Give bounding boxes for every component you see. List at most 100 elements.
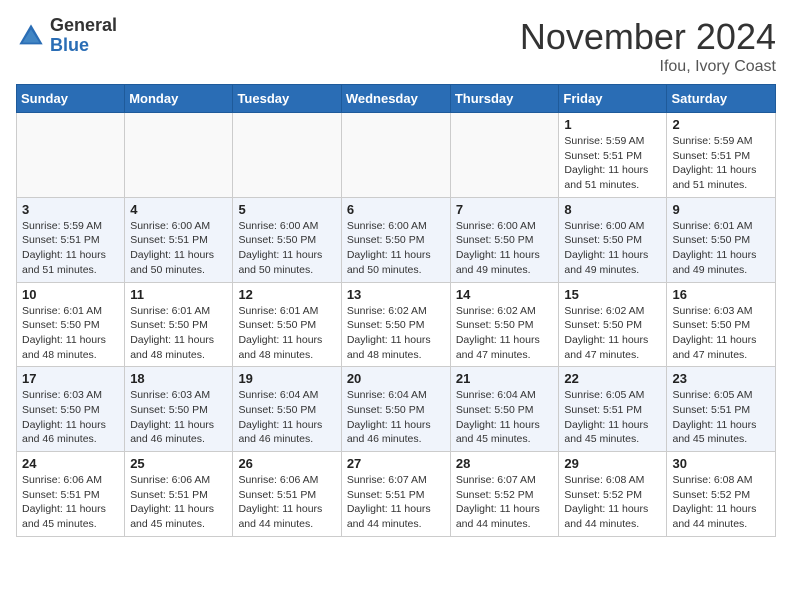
day-number: 24 [22, 456, 119, 471]
day-info: Sunrise: 5:59 AM Sunset: 5:51 PM Dayligh… [564, 134, 661, 193]
weekday-header-wednesday: Wednesday [341, 85, 450, 113]
calendar-week-row: 17 Sunrise: 6:03 AM Sunset: 5:50 PM Dayli… [17, 367, 776, 452]
day-number: 8 [564, 202, 661, 217]
day-number: 11 [130, 287, 227, 302]
calendar-cell: 17 Sunrise: 6:03 AM Sunset: 5:50 PM Dayli… [17, 367, 125, 452]
day-info: Sunrise: 6:00 AM Sunset: 5:50 PM Dayligh… [456, 219, 554, 278]
day-info: Sunrise: 6:07 AM Sunset: 5:51 PM Dayligh… [347, 473, 445, 532]
day-info: Sunrise: 6:05 AM Sunset: 5:51 PM Dayligh… [672, 388, 770, 447]
day-info: Sunrise: 5:59 AM Sunset: 5:51 PM Dayligh… [22, 219, 119, 278]
logo-blue-text: Blue [50, 36, 117, 56]
calendar-cell: 27 Sunrise: 6:07 AM Sunset: 5:51 PM Dayli… [341, 452, 450, 537]
calendar-cell: 1 Sunrise: 5:59 AM Sunset: 5:51 PM Daylig… [559, 113, 667, 198]
weekday-header-sunday: Sunday [17, 85, 125, 113]
calendar-week-row: 3 Sunrise: 5:59 AM Sunset: 5:51 PM Daylig… [17, 197, 776, 282]
weekday-header-tuesday: Tuesday [233, 85, 341, 113]
day-number: 1 [564, 117, 661, 132]
calendar-cell [341, 113, 450, 198]
day-number: 17 [22, 371, 119, 386]
calendar-cell: 21Sunrise: 6:04 AM Sunset: 5:50 PM Dayli… [450, 367, 559, 452]
day-info: Sunrise: 6:03 AM Sunset: 5:50 PM Dayligh… [130, 388, 227, 447]
day-info: Sunrise: 6:06 AM Sunset: 5:51 PM Dayligh… [238, 473, 335, 532]
calendar-cell: 19 Sunrise: 6:04 AM Sunset: 5:50 PM Dayli… [233, 367, 341, 452]
logo-icon [16, 21, 46, 51]
day-number: 25 [130, 456, 227, 471]
day-number: 20 [347, 371, 445, 386]
day-info: Sunrise: 6:05 AM Sunset: 5:51 PM Dayligh… [564, 388, 661, 447]
location: Ifou, Ivory Coast [520, 58, 776, 76]
calendar-cell: 24 Sunrise: 6:06 AM Sunset: 5:51 PM Dayli… [17, 452, 125, 537]
weekday-header-friday: Friday [559, 85, 667, 113]
day-info: Sunrise: 5:59 AM Sunset: 5:51 PM Dayligh… [672, 134, 770, 193]
calendar-table: SundayMondayTuesdayWednesdayThursdayFrid… [16, 84, 776, 537]
day-info: Sunrise: 6:01 AM Sunset: 5:50 PM Dayligh… [672, 219, 770, 278]
calendar-cell: 10 Sunrise: 6:01 AM Sunset: 5:50 PM Dayli… [17, 282, 125, 367]
day-info: Sunrise: 6:00 AM Sunset: 5:50 PM Dayligh… [238, 219, 335, 278]
logo-general-text: General [50, 16, 117, 36]
weekday-header-saturday: Saturday [667, 85, 776, 113]
day-number: 10 [22, 287, 119, 302]
day-info: Sunrise: 6:01 AM Sunset: 5:50 PM Dayligh… [130, 304, 227, 363]
day-number: 16 [672, 287, 770, 302]
day-info: Sunrise: 6:01 AM Sunset: 5:50 PM Dayligh… [238, 304, 335, 363]
day-info: Sunrise: 6:00 AM Sunset: 5:50 PM Dayligh… [347, 219, 445, 278]
calendar-cell [450, 113, 559, 198]
calendar-cell: 14Sunrise: 6:02 AM Sunset: 5:50 PM Dayli… [450, 282, 559, 367]
day-number: 29 [564, 456, 661, 471]
calendar-cell: 9 Sunrise: 6:01 AM Sunset: 5:50 PM Daylig… [667, 197, 776, 282]
day-info: Sunrise: 6:04 AM Sunset: 5:50 PM Dayligh… [238, 388, 335, 447]
day-number: 18 [130, 371, 227, 386]
day-info: Sunrise: 6:06 AM Sunset: 5:51 PM Dayligh… [130, 473, 227, 532]
calendar-cell: 5 Sunrise: 6:00 AM Sunset: 5:50 PM Daylig… [233, 197, 341, 282]
calendar-cell [17, 113, 125, 198]
day-number: 26 [238, 456, 335, 471]
page-header: General Blue November 2024 Ifou, Ivory C… [16, 16, 776, 76]
day-number: 5 [238, 202, 335, 217]
day-number: 22 [564, 371, 661, 386]
weekday-header-thursday: Thursday [450, 85, 559, 113]
day-number: 27 [347, 456, 445, 471]
calendar-cell [233, 113, 341, 198]
calendar-cell: 16 Sunrise: 6:03 AM Sunset: 5:50 PM Dayli… [667, 282, 776, 367]
day-info: Sunrise: 6:03 AM Sunset: 5:50 PM Dayligh… [672, 304, 770, 363]
day-info: Sunrise: 6:08 AM Sunset: 5:52 PM Dayligh… [564, 473, 661, 532]
calendar-cell: 28 Sunrise: 6:07 AM Sunset: 5:52 PM Dayli… [450, 452, 559, 537]
day-info: Sunrise: 6:08 AM Sunset: 5:52 PM Dayligh… [672, 473, 770, 532]
day-info: Sunrise: 6:04 AM Sunset: 5:50 PM Dayligh… [347, 388, 445, 447]
calendar-week-row: 10 Sunrise: 6:01 AM Sunset: 5:50 PM Dayli… [17, 282, 776, 367]
logo: General Blue [16, 16, 117, 56]
day-number: 6 [347, 202, 445, 217]
month-title: November 2024 [520, 16, 776, 58]
day-info: Sunrise: 6:03 AM Sunset: 5:50 PM Dayligh… [22, 388, 119, 447]
calendar-cell: 26 Sunrise: 6:06 AM Sunset: 5:51 PM Dayli… [233, 452, 341, 537]
calendar-cell: 29 Sunrise: 6:08 AM Sunset: 5:52 PM Dayli… [559, 452, 667, 537]
day-info: Sunrise: 6:04 AM Sunset: 5:50 PM Dayligh… [456, 388, 554, 447]
day-number: 13 [347, 287, 445, 302]
calendar-cell: 23Sunrise: 6:05 AM Sunset: 5:51 PM Dayli… [667, 367, 776, 452]
calendar-cell: 18 Sunrise: 6:03 AM Sunset: 5:50 PM Dayli… [125, 367, 233, 452]
day-info: Sunrise: 6:02 AM Sunset: 5:50 PM Dayligh… [347, 304, 445, 363]
day-info: Sunrise: 6:07 AM Sunset: 5:52 PM Dayligh… [456, 473, 554, 532]
day-info: Sunrise: 6:02 AM Sunset: 5:50 PM Dayligh… [456, 304, 554, 363]
day-info: Sunrise: 6:00 AM Sunset: 5:51 PM Dayligh… [130, 219, 227, 278]
day-info: Sunrise: 6:01 AM Sunset: 5:50 PM Dayligh… [22, 304, 119, 363]
calendar-cell: 3 Sunrise: 5:59 AM Sunset: 5:51 PM Daylig… [17, 197, 125, 282]
title-area: November 2024 Ifou, Ivory Coast [520, 16, 776, 76]
calendar-week-row: 1 Sunrise: 5:59 AM Sunset: 5:51 PM Daylig… [17, 113, 776, 198]
day-number: 30 [672, 456, 770, 471]
day-number: 19 [238, 371, 335, 386]
day-number: 9 [672, 202, 770, 217]
day-number: 7 [456, 202, 554, 217]
calendar-cell: 20 Sunrise: 6:04 AM Sunset: 5:50 PM Dayli… [341, 367, 450, 452]
calendar-cell: 2Sunrise: 5:59 AM Sunset: 5:51 PM Daylig… [667, 113, 776, 198]
calendar-cell: 8 Sunrise: 6:00 AM Sunset: 5:50 PM Daylig… [559, 197, 667, 282]
calendar-cell: 11 Sunrise: 6:01 AM Sunset: 5:50 PM Dayli… [125, 282, 233, 367]
calendar-cell: 7 Sunrise: 6:00 AM Sunset: 5:50 PM Daylig… [450, 197, 559, 282]
weekday-header-row: SundayMondayTuesdayWednesdayThursdayFrid… [17, 85, 776, 113]
calendar-cell: 22 Sunrise: 6:05 AM Sunset: 5:51 PM Dayli… [559, 367, 667, 452]
day-number: 28 [456, 456, 554, 471]
calendar-cell: 30 Sunrise: 6:08 AM Sunset: 5:52 PM Dayli… [667, 452, 776, 537]
day-info: Sunrise: 6:06 AM Sunset: 5:51 PM Dayligh… [22, 473, 119, 532]
day-info: Sunrise: 6:00 AM Sunset: 5:50 PM Dayligh… [564, 219, 661, 278]
day-number: 3 [22, 202, 119, 217]
